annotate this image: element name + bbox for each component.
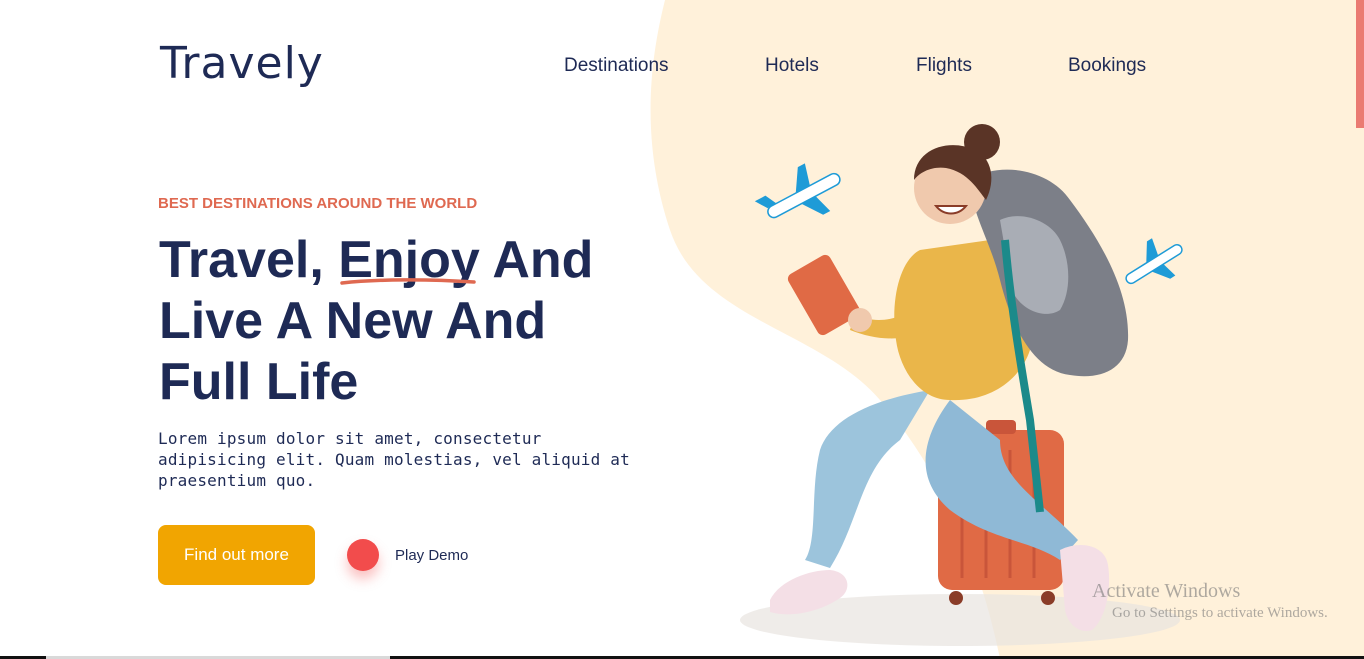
watermark-subtitle: Go to Settings to activate Windows.	[1112, 605, 1328, 621]
hero-headline: Travel, Enjoy And Live A New And Full Li…	[159, 230, 679, 413]
play-icon[interactable]	[347, 539, 379, 571]
headline-line-1-end: And	[479, 231, 594, 289]
headline-line-1: Travel, Enjoy And	[159, 230, 679, 291]
find-out-more-button[interactable]: Find out more	[158, 525, 315, 585]
scrollbar-thumb[interactable]	[1356, 0, 1364, 128]
watermark-title: Activate Windows	[1092, 580, 1241, 602]
headline-line-2: Live A New And	[159, 292, 547, 350]
headline-line-3: Full Life	[159, 353, 359, 411]
main-nav: Destinations Hotels Flights Bookings	[0, 55, 1364, 77]
plane-icon-left	[754, 163, 841, 219]
nav-item-bookings[interactable]: Bookings	[1068, 55, 1146, 77]
play-demo-button[interactable]: Play Demo	[347, 539, 468, 571]
traveler-illustration	[740, 124, 1183, 646]
underline-swoosh-icon	[340, 278, 476, 285]
nav-item-flights[interactable]: Flights	[916, 55, 972, 77]
play-demo-label[interactable]: Play Demo	[395, 547, 468, 564]
headline-line-1-start: Travel,	[159, 231, 339, 289]
windows-activation-watermark: Activate Windows Go to Settings to activ…	[1092, 580, 1328, 622]
headline-highlight-word: Enjoy	[338, 231, 480, 289]
hero-description: Lorem ipsum dolor sit amet, consectetur …	[158, 429, 630, 490]
plane-icon-right	[1125, 238, 1183, 285]
hero-eyebrow: BEST DESTINATIONS AROUND THE WORLD	[158, 195, 478, 212]
nav-item-destinations[interactable]: Destinations	[564, 55, 669, 77]
nav-item-hotels[interactable]: Hotels	[765, 55, 819, 77]
